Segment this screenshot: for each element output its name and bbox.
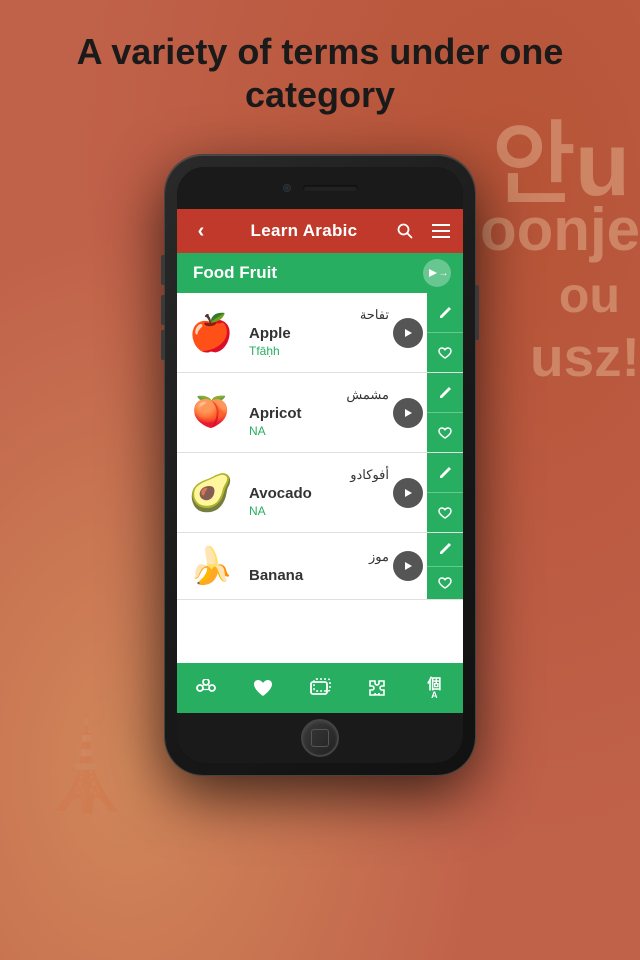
apricot-favorite-button[interactable]	[427, 412, 463, 452]
apple-english: Apple	[249, 325, 389, 342]
bottom-nav-favorites[interactable]	[241, 666, 285, 710]
category-header: Food Fruit →	[177, 253, 463, 293]
earpiece-speaker	[303, 185, 358, 191]
headline-line1: A variety of terms under one	[77, 31, 564, 72]
avocado-english: Avocado	[249, 485, 389, 502]
bottom-nav-puzzle[interactable]	[355, 666, 399, 710]
phone-home-area	[177, 713, 463, 763]
phone-screen-container: ‹ Learn Arabic	[177, 167, 463, 763]
banana-icon: 🍌	[177, 533, 245, 599]
banana-edit-button[interactable]	[427, 533, 463, 566]
phone-top-bar	[177, 167, 463, 209]
navigation-bar: ‹ Learn Arabic	[177, 209, 463, 253]
apricot-emoji: 🍑	[186, 388, 236, 438]
bottom-nav-characters[interactable]: 個 A	[412, 666, 456, 710]
vocab-row-apple: 🍎 تفاحة Apple Tfāḥh	[177, 293, 463, 373]
apricot-edit-button[interactable]	[427, 373, 463, 412]
home-button[interactable]	[301, 719, 339, 757]
deco-eiffel: 🗼	[30, 720, 142, 810]
menu-icon[interactable]	[427, 217, 455, 245]
banana-play-area	[393, 533, 427, 599]
apricot-arabic: مشمش	[249, 387, 389, 403]
apple-icon: 🍎	[177, 293, 245, 372]
apple-arabic: تفاحة	[249, 307, 389, 323]
deco-bonjour: oonje	[480, 200, 640, 260]
bottom-nav-flashcards[interactable]	[298, 666, 342, 710]
apple-phonetic: Tfāḥh	[249, 344, 389, 358]
characters-a-label: A	[431, 691, 438, 700]
back-button[interactable]: ‹	[185, 215, 217, 247]
apricot-play-button[interactable]	[393, 398, 423, 428]
avocado-phonetic: NA	[249, 504, 389, 518]
vocabulary-list: 🍎 تفاحة Apple Tfāḥh	[177, 293, 463, 663]
bottom-navigation: 個 A	[177, 663, 463, 713]
apple-favorite-button[interactable]	[427, 332, 463, 372]
bottom-nav-browse[interactable]	[184, 666, 228, 710]
headline: A variety of terms under one category	[0, 30, 640, 116]
vocab-row-banana: 🍌 موز Banana	[177, 533, 463, 600]
front-camera	[283, 184, 291, 192]
avocado-emoji: 🥑	[186, 468, 236, 518]
headline-line2: category	[245, 74, 395, 115]
apple-side-actions	[427, 293, 463, 372]
category-title: Food Fruit	[193, 263, 277, 283]
avocado-favorite-button[interactable]	[427, 492, 463, 532]
banana-favorite-button[interactable]	[427, 566, 463, 600]
avocado-content: أفوكادو Avocado NA	[245, 453, 393, 532]
deco-usz: usz!	[530, 330, 640, 385]
characters-icon-label: 個	[427, 677, 441, 691]
banana-emoji: 🍌	[186, 541, 236, 591]
avocado-edit-button[interactable]	[427, 453, 463, 492]
avocado-side-actions	[427, 453, 463, 532]
apple-play-button[interactable]	[393, 318, 423, 348]
search-icon[interactable]	[391, 217, 419, 245]
apricot-icon: 🍑	[177, 373, 245, 452]
home-button-inner	[311, 729, 329, 747]
avocado-play-button[interactable]	[393, 478, 423, 508]
deco-vous: ou	[559, 270, 620, 320]
vocab-row-apricot: 🍑 مشمش Apricot NA	[177, 373, 463, 453]
vocab-row-avocado: 🥑 أفوكادو Avocado NA	[177, 453, 463, 533]
nav-icons-group	[391, 217, 455, 245]
phone-outer: ‹ Learn Arabic	[165, 155, 475, 775]
banana-side-actions	[427, 533, 463, 599]
apricot-content: مشمش Apricot NA	[245, 373, 393, 452]
avocado-icon: 🥑	[177, 453, 245, 532]
apple-emoji: 🍎	[186, 308, 236, 358]
apricot-english: Apricot	[249, 405, 389, 422]
nav-title: Learn Arabic	[217, 221, 391, 241]
apricot-side-actions	[427, 373, 463, 452]
banana-play-button[interactable]	[393, 551, 423, 581]
apple-play-area	[393, 293, 427, 372]
apple-edit-button[interactable]	[427, 293, 463, 332]
apricot-phonetic: NA	[249, 424, 389, 438]
app-screen: ‹ Learn Arabic	[177, 209, 463, 713]
banana-arabic: موز	[249, 549, 389, 565]
banana-content: موز Banana	[245, 533, 393, 599]
apricot-play-area	[393, 373, 427, 452]
play-all-button[interactable]: →	[423, 259, 451, 287]
avocado-play-area	[393, 453, 427, 532]
banana-english: Banana	[249, 567, 389, 584]
apple-content: تفاحة Apple Tfāḥh	[245, 293, 393, 372]
avocado-arabic: أفوكادو	[249, 467, 389, 483]
phone-device: ‹ Learn Arabic	[165, 155, 475, 775]
